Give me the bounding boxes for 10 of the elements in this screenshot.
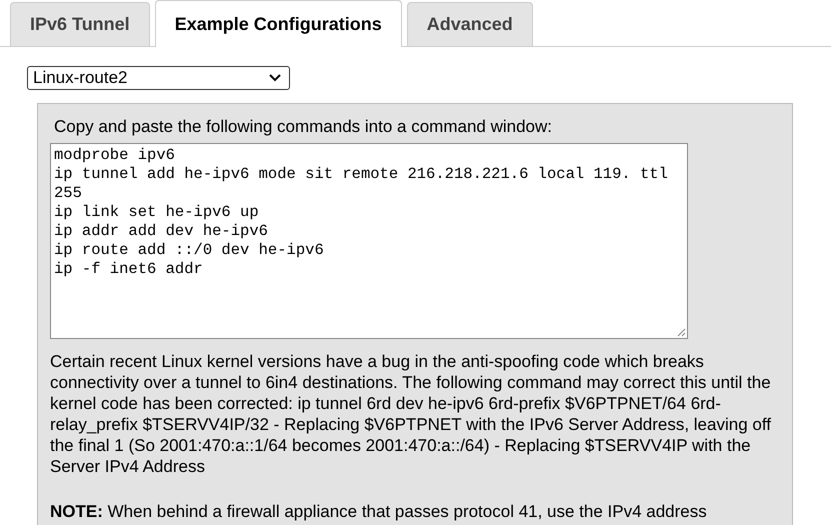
firewall-note: NOTE: When behind a firewall appliance that passes protocol 41, use the IPv4 address bbox=[50, 501, 708, 522]
tab[interactable]: Example Configurations bbox=[154, 0, 402, 47]
resize-grip-icon[interactable] bbox=[676, 327, 686, 337]
chevron-down-icon bbox=[269, 74, 281, 82]
instruction-text: Copy and paste the following commands into a command window: bbox=[54, 117, 553, 137]
kernel-bug-note: Certain recent Linux kernel versions have a bug in the anti-spoofing code which breaks connectivity over a tunnel to 6in4 destinations. The following command may correct this until the kernel code has been corrected: ip tunnel 6rd dev he-ipv6 6rd-prefix $V6PTPNET/64 6rd-relay_prefix $TSERVV4IP/32 - Replacing $V6PTPNET with the IPv6 Server Address, leaving off the final 1 (So 2001:470:a::1/64 becomes 2001:470:a::/64) - Replacing $TSERVV4IP with the Server IPv4 Address bbox=[50, 351, 772, 477]
command-field[interactable]: modprobe ipv6 ip tunnel add he-ipv6 mode sit remote 216.218.221.6 local 119. ttl 255 ip link set he-ipv6 up ip addr add dev he-ipv6 ip route add ::/0 dev he-ipv6 ip -f inet6 addr bbox=[50, 143, 688, 339]
tab[interactable]: IPv6 Tunnel bbox=[10, 2, 150, 46]
tab[interactable]: Advanced bbox=[406, 2, 533, 46]
config-dropdown[interactable]: Linux-route2 bbox=[27, 66, 290, 90]
